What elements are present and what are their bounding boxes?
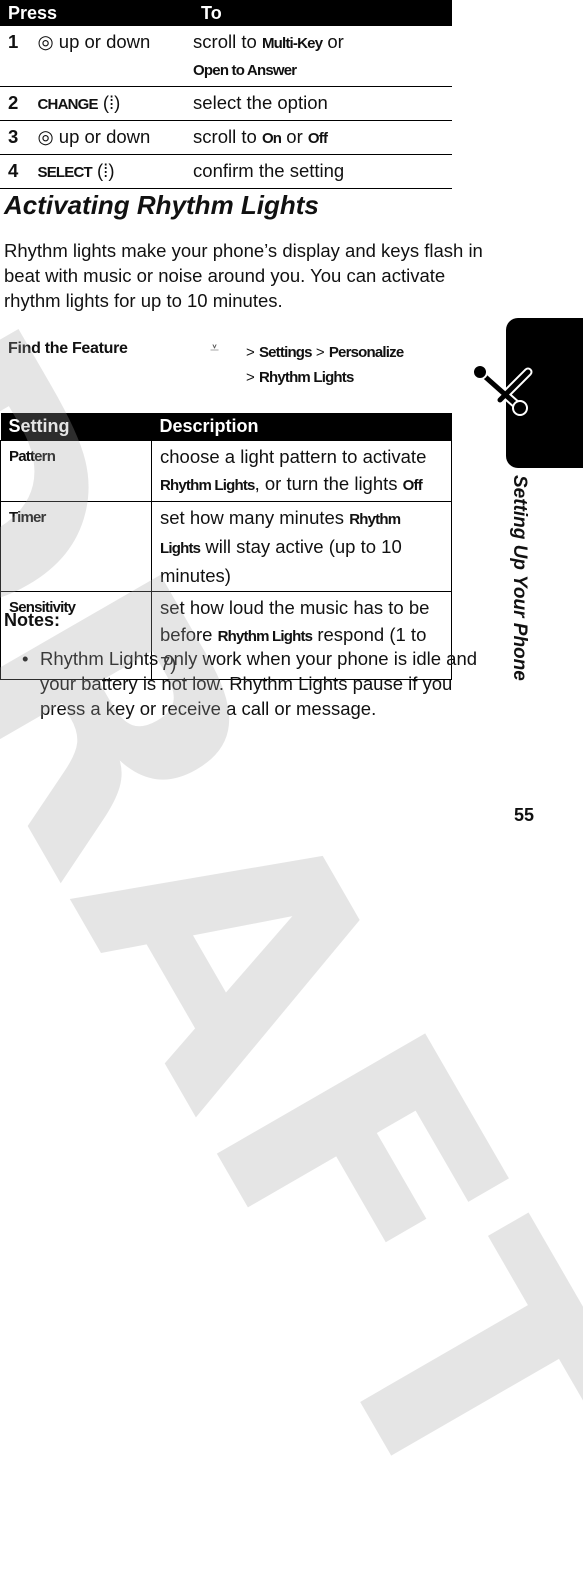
key-term: Multi-Key [261, 35, 323, 52]
path-separator: > [246, 344, 255, 361]
key-term: Open to Answer [193, 62, 297, 79]
soft-key-icon: (⁞) [97, 160, 115, 181]
path-separator: > [315, 344, 325, 361]
steps-table: Press To 1 ◎ up or down scroll to Multi-K… [0, 0, 452, 189]
step-number: 1 [0, 26, 38, 87]
table-row: 4 SELECT (⁞) confirm the setting [0, 154, 452, 189]
note-item: • Rhythm Lights only work when your phone… [22, 646, 482, 721]
settings-table: Setting Description Pattern choose a ligh… [0, 413, 452, 680]
to-text: or [281, 126, 308, 147]
key-term: Off [402, 477, 423, 494]
nav-key-icon: ◎ [37, 126, 54, 147]
key-term: Rhythm Lights [217, 628, 313, 645]
setting-name: Timer [0, 501, 152, 592]
table-row: 2 CHANGE (⁞) select the option [0, 86, 452, 121]
key-term: On [261, 130, 282, 147]
note-text: Rhythm Lights only work when your phone … [40, 648, 478, 719]
nav-key-icon: ◎ [37, 31, 54, 52]
desc-text: set how many minutes [160, 507, 350, 528]
step-number: 3 [0, 120, 38, 155]
step-number: 2 [0, 86, 38, 121]
header-press: Press [0, 0, 194, 26]
step-number: 4 [0, 154, 38, 189]
path-separator: > [246, 369, 255, 386]
path-item: Rhythm Lights [258, 369, 354, 386]
find-feature-label: Find the Feature [8, 340, 128, 357]
path-item: Personalize [328, 344, 404, 361]
key-term: Rhythm Lights [160, 477, 255, 494]
tools-icon [472, 364, 533, 416]
table-row: 3 ◎ up or down scroll to On or Off [0, 120, 452, 155]
feature-path: > Settings > Personalize > Rhythm Lights [246, 340, 404, 390]
desc-text: , or turn the lights [254, 473, 403, 494]
side-tab-label: Setting Up Your Phone [509, 475, 530, 681]
menu-key-icon: ⩡ [210, 340, 220, 357]
to-text: or [322, 31, 344, 52]
press-text: up or down [58, 31, 151, 52]
setting-name: Pattern [0, 440, 152, 502]
soft-key-icon: (⁞) [102, 92, 121, 113]
table-row: Pattern choose a light pattern to activa… [0, 440, 452, 502]
path-item: Settings [258, 344, 313, 361]
intro-paragraph: Rhythm lights make your phone’s display … [4, 240, 483, 311]
table-row: 1 ◎ up or down scroll to Multi-Key or Op… [0, 26, 452, 87]
key-term: CHANGE [37, 96, 99, 113]
setting-description: set how many minutes Rhythm Lights will … [151, 501, 452, 592]
header-description: Description [151, 413, 452, 441]
section-heading: Activating Rhythm Lights [4, 190, 319, 220]
to-text: confirm the setting [193, 154, 452, 189]
setting-description: choose a light pattern to activate Rhyth… [151, 440, 452, 502]
header-to: To [193, 0, 452, 26]
key-term: Off [307, 130, 328, 147]
table-row: Timer set how many minutes Rhythm Lights… [0, 501, 452, 592]
to-text: scroll to [193, 31, 262, 52]
header-setting: Setting [0, 413, 152, 441]
press-text: up or down [58, 126, 151, 147]
key-term: SELECT [37, 164, 93, 181]
notes-title: Notes: [4, 610, 61, 630]
to-text: select the option [193, 86, 452, 121]
bullet-icon: • [22, 648, 29, 669]
to-text: scroll to [193, 126, 262, 147]
desc-text: choose a light pattern to activate [160, 446, 427, 467]
